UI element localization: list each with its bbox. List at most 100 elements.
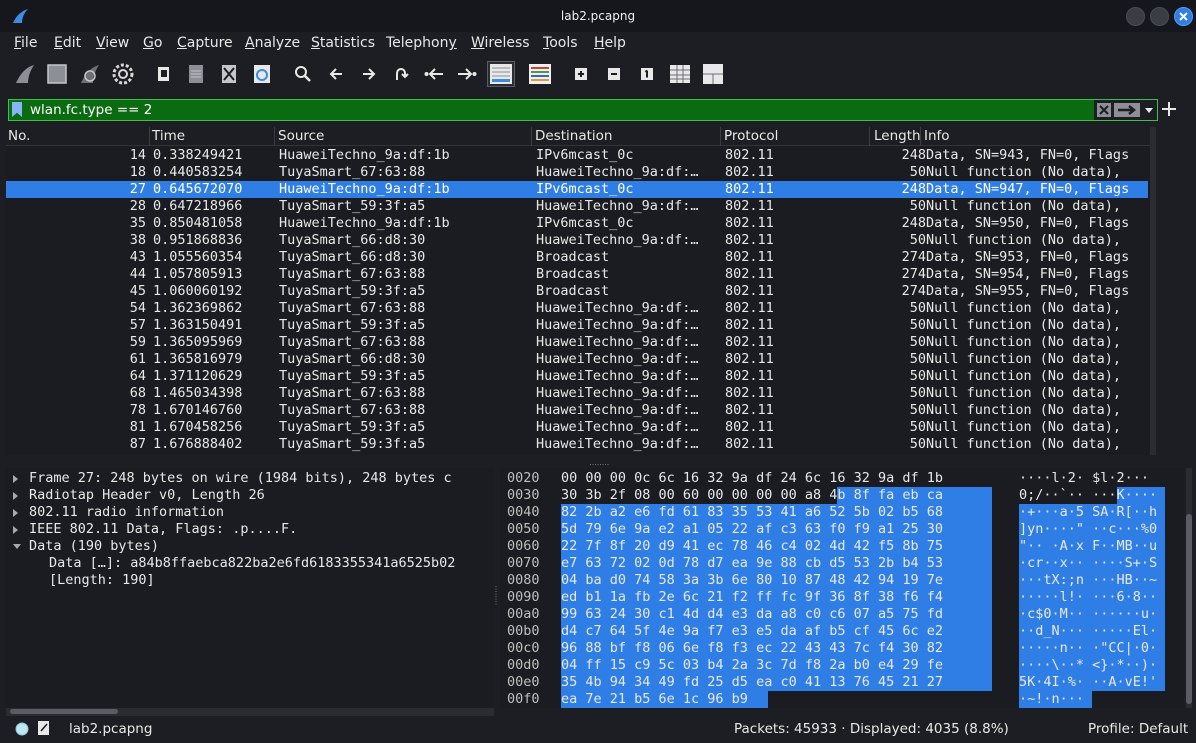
status-profile[interactable]: Profile: Default xyxy=(1088,721,1188,737)
go-back-icon[interactable] xyxy=(323,61,349,87)
details-horizontal-scrollbar[interactable] xyxy=(6,708,494,716)
bytes-row[interactable]: 00a0 99 63 24 30 c1 4d d4 e3 da a8 c0 c6 … xyxy=(500,606,1184,623)
clear-filter-icon[interactable] xyxy=(1096,102,1112,118)
capture-options-icon[interactable] xyxy=(110,61,136,87)
zoom-out-icon[interactable] xyxy=(601,61,627,87)
bytes-row[interactable]: 00e0 35 4b 94 34 49 fd 25 d5 ea c0 41 13 … xyxy=(500,674,1184,691)
bytes-row[interactable]: 0040 82 2b a2 e6 fd 61 83 35 53 41 a6 52 … xyxy=(500,504,1184,521)
reload-file-icon[interactable] xyxy=(249,61,275,87)
menu-analyze[interactable]: Analyze xyxy=(245,35,300,51)
column-protocol[interactable]: Protocol xyxy=(724,128,778,144)
menu-view[interactable]: View xyxy=(96,35,129,51)
stop-capture-icon[interactable] xyxy=(44,61,70,87)
zoom-in-icon[interactable] xyxy=(568,61,594,87)
packet-row[interactable]: 18 0.440583254 TuyaSmart_67:63:88 HuaweiTec… xyxy=(6,164,1148,181)
column-divider[interactable] xyxy=(149,127,150,146)
column-divider[interactable] xyxy=(531,127,532,146)
normal-size-icon[interactable] xyxy=(634,61,660,87)
bytes-row[interactable]: 0030 30 3b 2f 08 00 60 00 00 00 00 a8 4b … xyxy=(500,487,1184,504)
packet-row[interactable]: 28 0.647218966 TuyaSmart_59:3f:a5 HuaweiTec… xyxy=(6,198,1148,215)
collapsed-arrow-icon[interactable] xyxy=(13,475,18,483)
open-file-icon[interactable] xyxy=(151,61,177,87)
packet-row[interactable]: 14 0.338249421 HuaweiTechno_9a:df:1b IPv6mc… xyxy=(6,147,1148,164)
column-divider[interactable] xyxy=(869,127,870,146)
packet-row[interactable]: 45 1.060060192 TuyaSmart_59:3f:a5 Broadcast… xyxy=(6,283,1148,300)
detail-row[interactable]: 802.11 radio information xyxy=(6,504,494,521)
auto-scroll-icon[interactable] xyxy=(487,61,515,87)
maximize-button[interactable] xyxy=(1150,7,1169,26)
detail-row[interactable]: [Length: 190] xyxy=(6,572,494,589)
bytes-row[interactable]: 00c0 96 88 bf f8 06 6e f8 f3 ec 22 43 43 … xyxy=(500,640,1184,657)
bytes-row[interactable]: 0020 00 00 00 0c 6c 16 32 9a df 24 6c 16 … xyxy=(500,470,1184,487)
menu-capture[interactable]: Capture xyxy=(177,35,233,51)
packet-row[interactable]: 59 1.365095969 TuyaSmart_67:63:88 HuaweiTec… xyxy=(6,334,1148,351)
find-packet-icon[interactable] xyxy=(290,61,316,87)
detail-row[interactable]: Data […]: a84b8ffaebca822ba2e6fd61833553… xyxy=(6,555,494,572)
colorize-icon[interactable] xyxy=(527,61,553,87)
last-packet-icon[interactable] xyxy=(454,61,480,87)
close-window-button[interactable] xyxy=(1174,7,1193,26)
scrollbar-thumb[interactable] xyxy=(10,709,118,714)
column-destination[interactable]: Destination xyxy=(535,128,612,144)
bytes-row[interactable]: 0070 e7 63 72 02 0d 78 d7 ea 9e 88 cb d5 … xyxy=(500,555,1184,572)
packet-row[interactable]: 54 1.362369862 TuyaSmart_67:63:88 HuaweiTec… xyxy=(6,300,1148,317)
collapsed-arrow-icon[interactable] xyxy=(13,492,18,500)
minimize-button[interactable] xyxy=(1126,7,1145,26)
detail-row[interactable]: Radiotap Header v0, Length 26 xyxy=(6,487,494,504)
scrollbar-thumb[interactable] xyxy=(1186,514,1192,704)
capture-comment-icon[interactable] xyxy=(37,720,51,736)
packet-row[interactable]: 44 1.057805913 TuyaSmart_67:63:88 Broadcast… xyxy=(6,266,1148,283)
packet-row[interactable]: 27 0.645672070 HuaweiTechno_9a:df:1b IPv6mc… xyxy=(6,181,1148,198)
shark-fin-start-icon[interactable] xyxy=(12,61,38,87)
restart-capture-icon[interactable] xyxy=(77,61,103,87)
vertical-splitter-grip-icon[interactable] xyxy=(494,586,498,606)
add-filter-button-icon[interactable] xyxy=(1161,101,1177,117)
first-packet-icon[interactable] xyxy=(421,61,447,87)
display-filter-input[interactable]: wlan.fc.type == 2 xyxy=(30,102,152,118)
bytes-row[interactable]: 00d0 04 ff 15 c9 5c 03 b4 2a 3c 7d f8 2a … xyxy=(500,657,1184,674)
apply-filter-icon[interactable] xyxy=(1114,102,1140,118)
column-info[interactable]: Info xyxy=(924,128,950,144)
packet-row[interactable]: 57 1.363150491 TuyaSmart_59:3f:a5 HuaweiTec… xyxy=(6,317,1148,334)
packet-row[interactable]: 61 1.365816979 TuyaSmart_66:d8:30 HuaweiTec… xyxy=(6,351,1148,368)
column-divider[interactable] xyxy=(720,127,721,146)
menu-file[interactable]: File xyxy=(14,35,37,51)
packet-row[interactable]: 64 1.371120629 TuyaSmart_59:3f:a5 HuaweiTec… xyxy=(6,368,1148,385)
collapsed-arrow-icon[interactable] xyxy=(13,509,18,517)
menu-tools[interactable]: Tools xyxy=(543,35,578,51)
bytes-row[interactable]: 0060 22 7f 8f 20 d9 41 ec 78 46 c4 02 4d … xyxy=(500,538,1184,555)
menu-statistics[interactable]: Statistics xyxy=(311,35,375,51)
packet-row[interactable]: 35 0.850481058 HuaweiTechno_9a:df:1b IPv6mc… xyxy=(6,215,1148,232)
close-file-icon[interactable] xyxy=(216,61,242,87)
expanded-arrow-icon[interactable] xyxy=(13,544,21,549)
column-source[interactable]: Source xyxy=(278,128,324,144)
menu-edit[interactable]: Edit xyxy=(54,35,81,51)
menu-telephony[interactable]: Telephony xyxy=(386,35,457,51)
bytes-row[interactable]: 00f0 ea 7e 21 b5 6e 1c 96 b9 ·~!·n··· xyxy=(500,691,1184,708)
layout-icon[interactable] xyxy=(700,61,726,87)
packet-row[interactable]: 87 1.676888402 TuyaSmart_59:3f:a5 HuaweiTec… xyxy=(6,436,1148,453)
collapsed-arrow-icon[interactable] xyxy=(13,526,18,534)
column-length[interactable]: Length xyxy=(874,128,921,144)
column-divider[interactable] xyxy=(274,127,275,146)
pane-splitter[interactable] xyxy=(0,458,1196,467)
save-file-icon[interactable] xyxy=(183,61,209,87)
bookmark-icon[interactable] xyxy=(12,102,22,117)
display-filter-bar[interactable]: wlan.fc.type == 2 xyxy=(8,99,1158,121)
detail-row[interactable]: IEEE 802.11 Data, Flags: .p....F. xyxy=(6,521,494,538)
packet-row[interactable]: 81 1.670458256 TuyaSmart_59:3f:a5 HuaweiTec… xyxy=(6,419,1148,436)
go-forward-icon[interactable] xyxy=(356,61,382,87)
bytes-row[interactable]: 0080 04 ba d0 74 58 3a 3b 6e 80 10 87 48 … xyxy=(500,572,1184,589)
packet-row[interactable]: 78 1.670146760 TuyaSmart_67:63:88 HuaweiTec… xyxy=(6,402,1148,419)
bytes-row[interactable]: 00b0 d4 c7 64 5f 4e 9a f7 e3 e5 da af b5 … xyxy=(500,623,1184,640)
detail-row[interactable]: Frame 27: 248 bytes on wire (1984 bits),… xyxy=(6,470,494,487)
menu-go[interactable]: Go xyxy=(143,35,162,51)
bytes-scrollbar[interactable] xyxy=(1186,468,1192,708)
packet-row[interactable]: 43 1.055560354 TuyaSmart_66:d8:30 Broadcast… xyxy=(6,249,1148,266)
column-time[interactable]: Time xyxy=(152,128,185,144)
bytes-row[interactable]: 0090 ed b1 1a fb 2e 6c 21 f2 ff fc 9f 36 … xyxy=(500,589,1184,606)
packet-list-scrollbar[interactable] xyxy=(1150,127,1156,455)
go-to-packet-icon[interactable] xyxy=(388,61,414,87)
packet-row[interactable]: 38 0.951868836 TuyaSmart_66:d8:30 HuaweiTec… xyxy=(6,232,1148,249)
menu-wireless[interactable]: Wireless xyxy=(471,35,530,51)
